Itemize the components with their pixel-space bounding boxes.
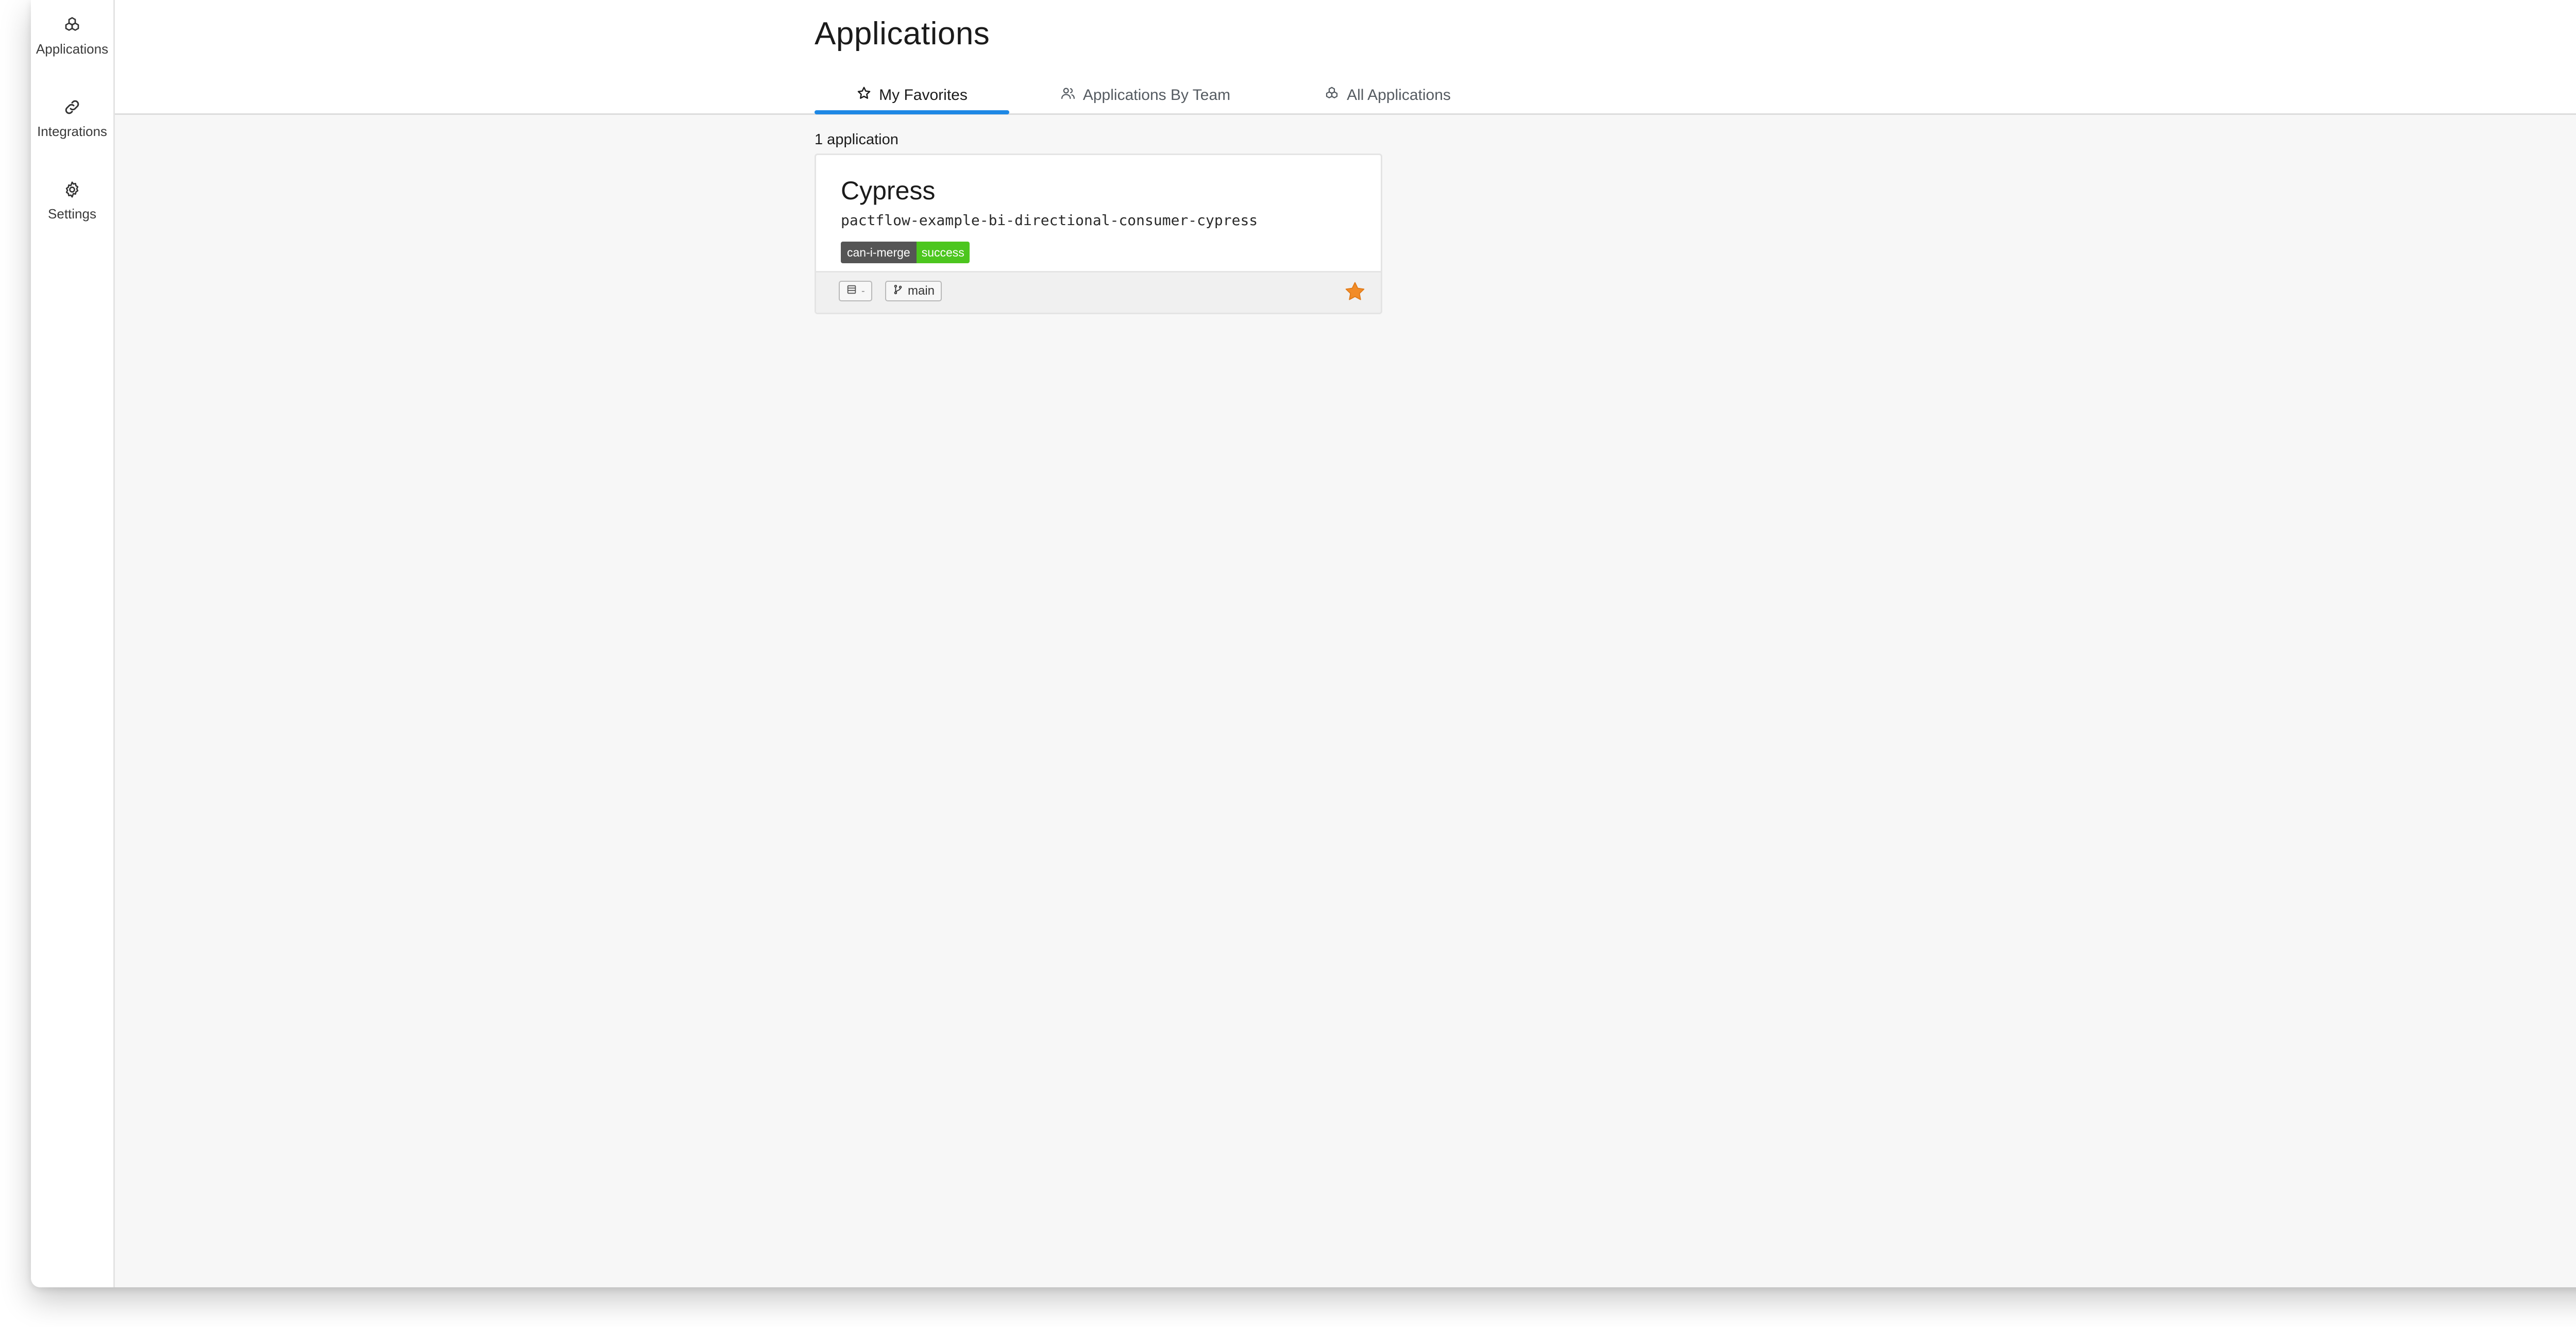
star-filled-icon	[1345, 282, 1365, 300]
tab-label: My Favorites	[879, 87, 968, 104]
tab-label: Applications By Team	[1082, 87, 1231, 104]
branch-chip[interactable]: main	[885, 281, 942, 301]
sidebar-item-applications[interactable]: Applications	[31, 0, 113, 62]
applications-icon	[63, 14, 81, 35]
environment-chip[interactable]: -	[839, 281, 872, 301]
tab-my-favorites[interactable]: My Favorites	[815, 77, 1009, 114]
tab-all-applications[interactable]: All Applications	[1300, 77, 1475, 113]
environment-icon	[846, 284, 857, 299]
can-i-merge-badge[interactable]: can-i-merge success	[841, 242, 970, 263]
page-title: Applications	[815, 16, 990, 52]
star-outline-icon	[856, 86, 879, 105]
favorite-star-button[interactable]	[1344, 280, 1366, 303]
badge-status: success	[916, 242, 970, 263]
page-header: Applications My Favorites Applications B…	[115, 0, 2576, 115]
applications-icon	[1324, 86, 1347, 105]
gear-icon	[63, 179, 81, 200]
sidebar-item-settings[interactable]: Settings	[31, 165, 113, 227]
link-icon	[63, 97, 81, 117]
sidebar-item-label: Integrations	[37, 124, 107, 139]
sidebar-item-integrations[interactable]: Integrations	[31, 82, 113, 144]
application-count: 1 application	[815, 131, 899, 148]
sidebar-item-label: Applications	[36, 41, 109, 57]
badge-label: can-i-merge	[841, 242, 917, 263]
tab-label: All Applications	[1347, 87, 1451, 104]
sidebar-item-label: Settings	[48, 206, 96, 222]
environment-value: -	[861, 285, 865, 297]
application-card[interactable]: Cypress pactflow-example-bi-directional-…	[815, 154, 1382, 314]
card-footer: - main	[816, 271, 1381, 313]
tab-applications-by-team[interactable]: Applications By Team	[1042, 77, 1248, 113]
git-branch-icon	[892, 284, 904, 299]
app-window: Applications Integrations Settings Appli…	[31, 0, 2576, 1287]
sidebar: Applications Integrations Settings	[31, 0, 115, 1287]
application-name[interactable]: Cypress	[841, 176, 935, 206]
team-icon	[1060, 86, 1083, 105]
application-slug: pactflow-example-bi-directional-consumer…	[841, 212, 1258, 229]
branch-name: main	[908, 284, 935, 298]
